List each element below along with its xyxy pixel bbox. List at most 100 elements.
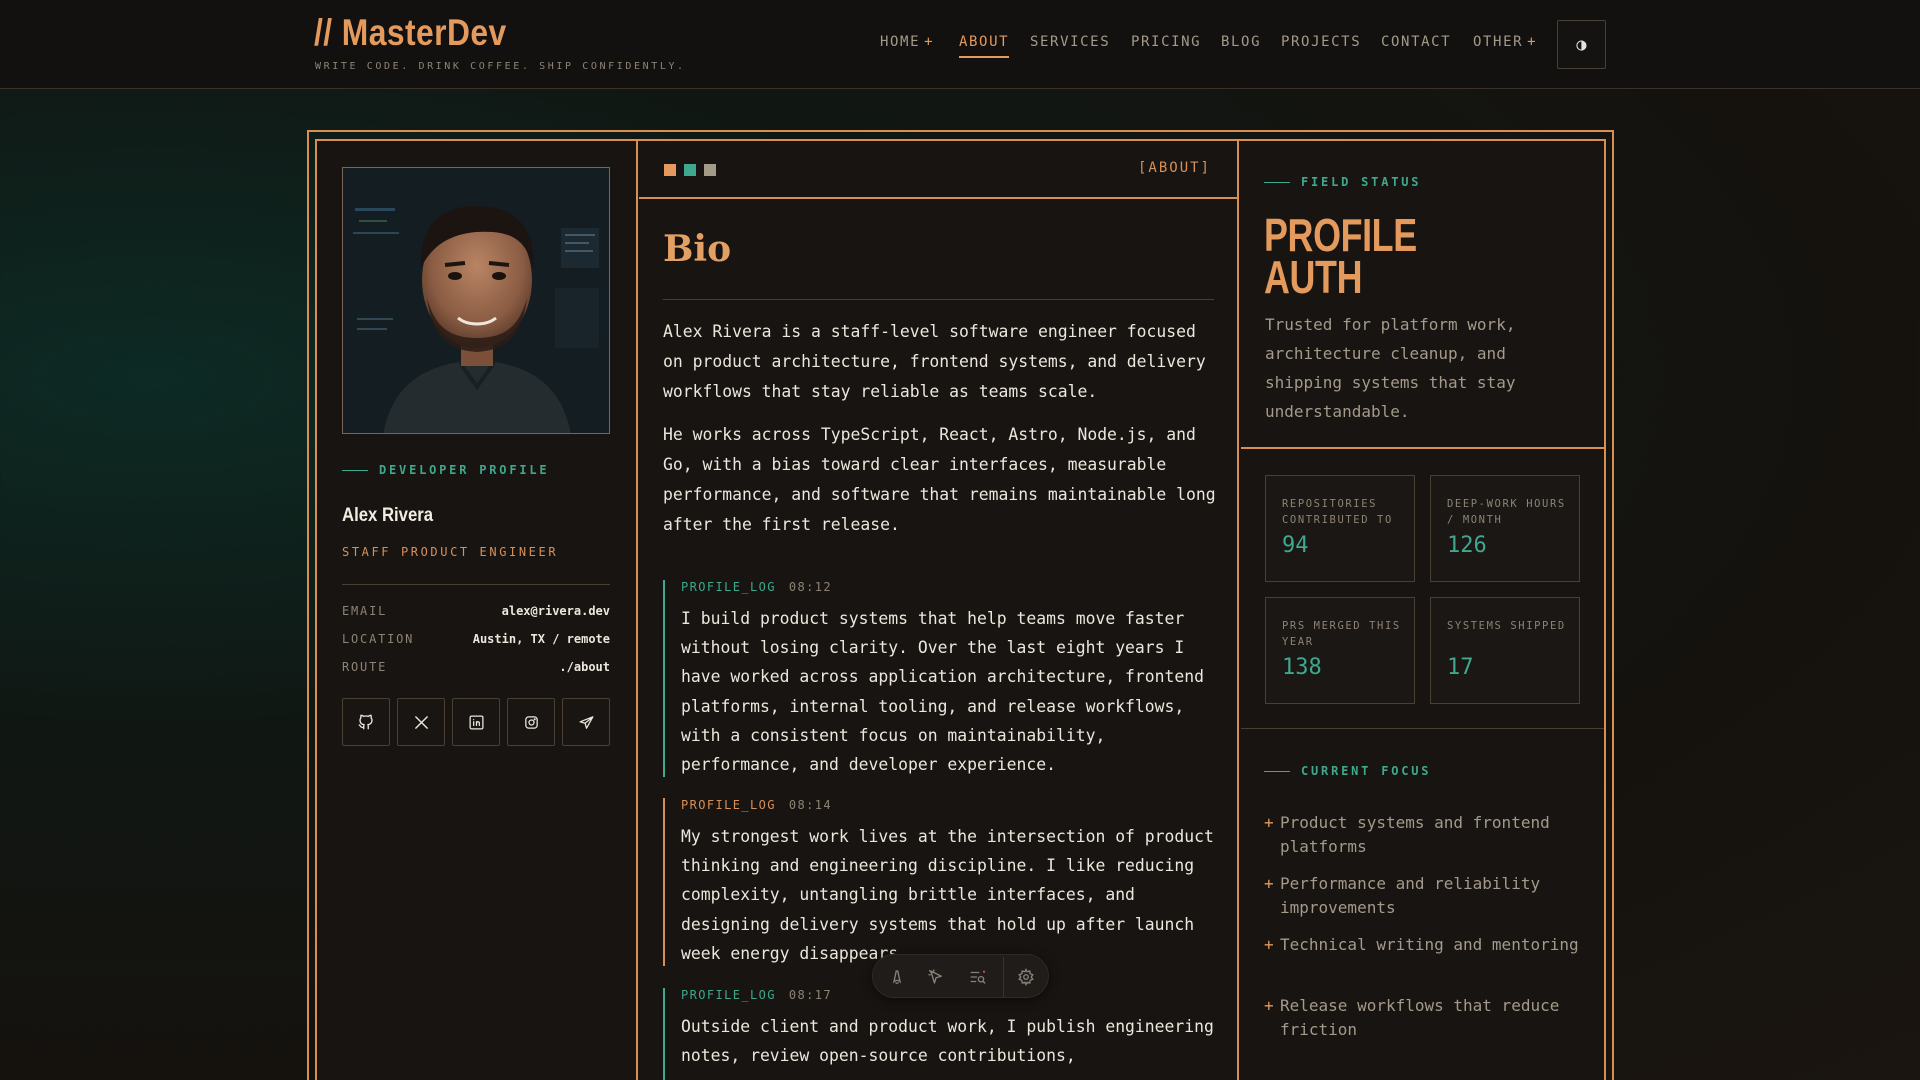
log-tag: PROFILE_LOG xyxy=(681,580,776,594)
stat-card: SYSTEMS SHIPPED 17 xyxy=(1430,597,1580,704)
profile-name: Alex Rivera xyxy=(342,505,434,526)
nav-item-projects[interactable]: PROJECTS xyxy=(1281,34,1361,50)
astro-menu-button[interactable] xyxy=(885,965,909,989)
instagram-icon xyxy=(524,715,538,729)
nav-label: PROJECTS xyxy=(1281,34,1362,50)
stat-card: PRS MERGED THIS YEAR 138 xyxy=(1265,597,1415,704)
stat-label: DEEP-WORK HOURS / MONTH xyxy=(1447,498,1566,526)
divider xyxy=(1241,447,1604,449)
bio-title: Bio xyxy=(663,228,732,270)
stat-card: REPOSITORIES CONTRIBUTED TO 94 xyxy=(1265,475,1415,582)
email-key: EMAIL xyxy=(342,604,388,618)
telegram-icon xyxy=(578,715,594,729)
nav-label: CONTACT xyxy=(1381,34,1452,50)
focus-text: Release workflows that reduce friction xyxy=(1280,996,1560,1039)
nav-label: HOME xyxy=(880,34,921,50)
inspect-button[interactable] xyxy=(924,965,948,989)
window-dot xyxy=(704,164,716,176)
status-title-line: AUTH xyxy=(1264,251,1363,303)
log-accent-bar xyxy=(663,580,665,777)
focus-text: Performance and reliability improvements xyxy=(1280,874,1541,917)
log-time: 08:12 xyxy=(788,580,832,594)
toolbar-separator xyxy=(1003,957,1004,997)
log-header: PROFILE_LOG 08:14 xyxy=(681,798,1223,812)
nav-label: PRICING xyxy=(1131,34,1202,50)
site-tagline: WRITE CODE. DRINK COFFEE. SHIP CONFIDENT… xyxy=(315,61,686,72)
profile-log-entry: PROFILE_LOG 08:12 I build product systems… xyxy=(663,580,1223,777)
x-icon xyxy=(414,715,428,729)
theme-toggle-button[interactable]: ◑ xyxy=(1557,20,1606,69)
profile-photo xyxy=(342,167,610,434)
plus-icon: + xyxy=(1264,935,1274,954)
plus-icon: + xyxy=(1527,34,1538,50)
stat-label: PRS MERGED THIS YEAR xyxy=(1282,620,1401,648)
bio-paragraph: Alex Rivera is a staff-level software en… xyxy=(663,322,1206,401)
nav-item-other[interactable]: OTHER + xyxy=(1473,34,1537,50)
email-value[interactable]: alex@rivera.dev xyxy=(502,604,610,618)
nav-label: BLOG xyxy=(1221,34,1262,50)
settings-icon xyxy=(1018,968,1034,986)
linkedin-link[interactable] xyxy=(452,698,500,746)
plus-icon: + xyxy=(1264,996,1274,1015)
stat-label: SYSTEMS SHIPPED xyxy=(1447,620,1566,632)
log-header: PROFILE_LOG 08:12 xyxy=(681,580,1223,594)
telegram-link[interactable] xyxy=(562,698,610,746)
astro-icon xyxy=(892,970,902,985)
column-divider xyxy=(636,139,638,1080)
focus-text: Product systems and frontend platforms xyxy=(1280,813,1550,856)
panel-tag: [ABOUT] xyxy=(1137,160,1211,176)
portrait-illustration xyxy=(343,168,609,433)
divider xyxy=(663,299,1214,300)
audit-icon xyxy=(970,970,986,984)
bio-panel-bar: [ABOUT] xyxy=(639,141,1237,199)
divider xyxy=(1241,728,1604,729)
site-header: // MasterDev WRITE CODE. DRINK COFFEE. S… xyxy=(0,0,1920,89)
log-time: 08:14 xyxy=(788,798,832,812)
route-key: ROUTE xyxy=(342,660,388,674)
location-value: Austin, TX / remote xyxy=(472,632,610,646)
nav-label: SERVICES xyxy=(1030,34,1111,50)
status-description: Trusted for platform work, architecture … xyxy=(1265,315,1516,421)
nav-item-contact[interactable]: CONTACT xyxy=(1381,34,1451,50)
route-value: ./about xyxy=(559,660,610,674)
instagram-link[interactable] xyxy=(507,698,555,746)
stat-value: 17 xyxy=(1447,655,1474,680)
contrast-icon: ◑ xyxy=(1576,34,1587,55)
log-tag: PROFILE_LOG xyxy=(681,988,776,1002)
nav-item-about[interactable]: ABOUT xyxy=(959,34,1010,58)
stat-value: 126 xyxy=(1447,533,1487,558)
settings-button[interactable] xyxy=(1014,965,1038,989)
github-icon xyxy=(358,714,373,730)
github-link[interactable] xyxy=(342,698,390,746)
nav-item-services[interactable]: SERVICES xyxy=(1030,34,1110,50)
nav-item-home[interactable]: HOME + xyxy=(880,34,934,50)
divider xyxy=(342,584,610,585)
window-dot xyxy=(664,164,676,176)
log-accent-bar xyxy=(663,988,665,1080)
focus-item: + Product systems and frontend platforms xyxy=(1264,811,1594,859)
nav-label: OTHER xyxy=(1473,34,1524,50)
focus-item: + Release workflows that reduce friction xyxy=(1264,994,1594,1042)
log-text: I build product systems that help teams … xyxy=(681,609,1205,775)
log-accent-bar xyxy=(663,798,665,966)
inspect-icon xyxy=(928,969,942,984)
nav-item-blog[interactable]: BLOG xyxy=(1221,34,1261,50)
profile-log-entry: PROFILE_LOG 08:17 Outside client and prod… xyxy=(663,988,1223,1080)
linkedin-icon xyxy=(468,714,484,730)
current-focus-label: CURRENT FOCUS xyxy=(1264,764,1431,778)
stat-label: REPOSITORIES CONTRIBUTED TO xyxy=(1282,498,1393,526)
window-dot xyxy=(684,164,696,176)
x-link[interactable] xyxy=(397,698,445,746)
log-text: Outside client and product work, I publi… xyxy=(681,1017,1214,1066)
nav-item-pricing[interactable]: PRICING xyxy=(1131,34,1201,50)
audit-button[interactable] xyxy=(966,965,990,989)
stat-card: DEEP-WORK HOURS / MONTH 126 xyxy=(1430,475,1580,582)
profile-log-entry: PROFILE_LOG 08:14 My strongest work lives… xyxy=(663,798,1223,966)
column-divider xyxy=(1237,139,1239,1080)
plus-icon: + xyxy=(1264,813,1274,832)
plus-icon: + xyxy=(924,34,935,50)
profile-role: STAFF PRODUCT ENGINEER xyxy=(342,545,559,559)
focus-text: Technical writing and mentoring xyxy=(1280,935,1579,954)
main-nav: HOME + ABOUT SERVICES PRICING BLOG PROJEC… xyxy=(0,34,1920,58)
field-status-label: FIELD STATUS xyxy=(1264,175,1421,189)
